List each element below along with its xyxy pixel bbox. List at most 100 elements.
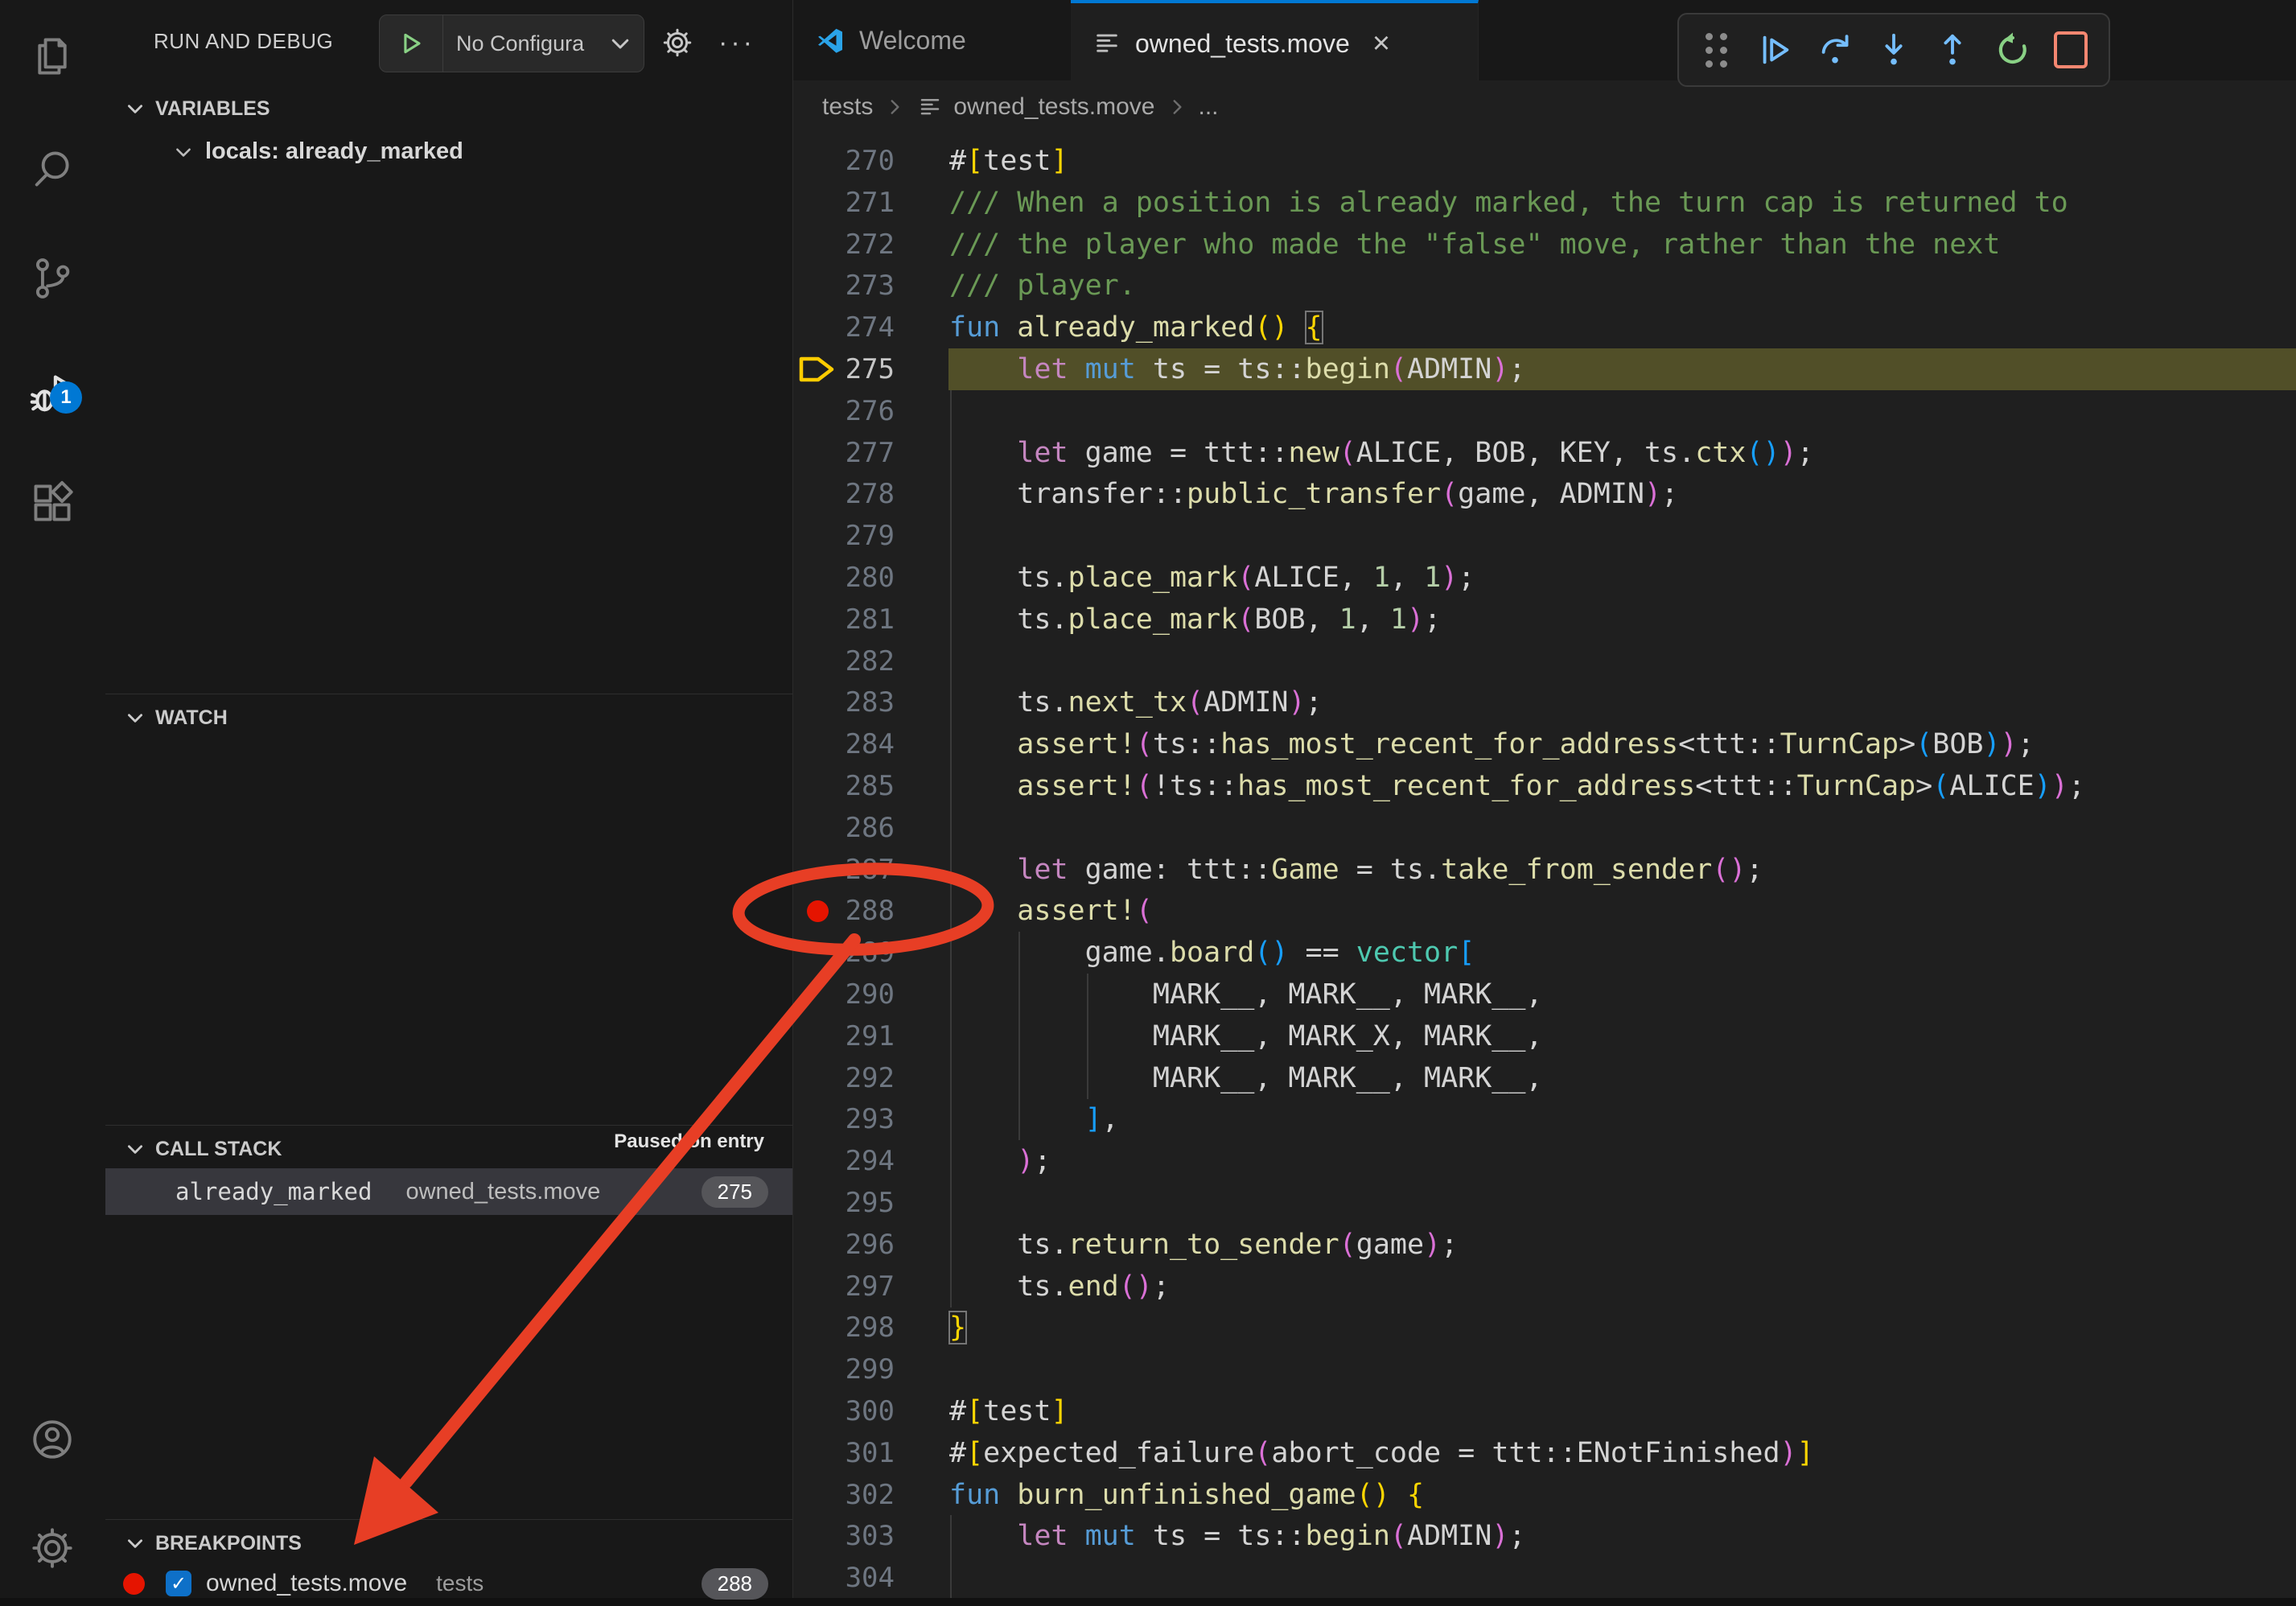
step-into-button[interactable]: [1869, 22, 1919, 78]
code-line[interactable]: 300#[test]: [793, 1390, 2296, 1432]
section-header-call-stack[interactable]: CALL STACK Paused on entry: [105, 1130, 792, 1167]
code-line-text[interactable]: transfer::public_transfer(game, ADMIN);: [949, 473, 1678, 515]
source-control-icon[interactable]: [27, 253, 78, 304]
code-line[interactable]: 288 assert!(: [793, 890, 2296, 932]
step-over-button[interactable]: [1810, 22, 1860, 78]
code-token: assert!: [1017, 728, 1136, 760]
code-line-text[interactable]: /// player.: [949, 265, 1136, 307]
breakpoint-list-item[interactable]: ✓ owned_tests.move tests 288: [105, 1561, 792, 1606]
code-line-text[interactable]: ts.place_mark(ALICE, 1, 1);: [949, 557, 1475, 599]
code-line[interactable]: 283 ts.next_tx(ADMIN);: [793, 682, 2296, 723]
locals-label: locals: already_marked: [205, 138, 463, 165]
debug-settings-gear-icon[interactable]: [654, 19, 701, 66]
call-stack-frame-row[interactable]: already_marked owned_tests.move 275: [105, 1168, 792, 1215]
step-out-button[interactable]: [1928, 22, 1977, 78]
code-line[interactable]: 271/// When a position is already marked…: [793, 182, 2296, 224]
code-line[interactable]: 270#[test]: [793, 140, 2296, 182]
code-line-text[interactable]: assert!(: [949, 890, 1153, 932]
code-line[interactable]: 295: [793, 1182, 2296, 1224]
code-line-text[interactable]: /// the player who made the "false" move…: [949, 224, 2000, 266]
code-line[interactable]: 274fun already_marked() {: [793, 307, 2296, 348]
code-line-text[interactable]: fun already_marked() {: [949, 307, 1323, 348]
code-line[interactable]: 293 ],: [793, 1098, 2296, 1140]
code-token: (: [1932, 770, 1949, 802]
code-line-text[interactable]: ts.end();: [949, 1266, 1170, 1307]
code-line[interactable]: 284 assert!(ts::has_most_recent_for_addr…: [793, 723, 2296, 765]
account-icon[interactable]: [27, 1414, 78, 1465]
code-line[interactable]: 289 game.board() == vector[: [793, 932, 2296, 974]
code-line[interactable]: 304: [793, 1557, 2296, 1598]
code-line-text[interactable]: game.board() == vector[: [949, 932, 1475, 974]
code-line[interactable]: 301#[expected_failure(abort_code = ttt::…: [793, 1432, 2296, 1474]
code-line[interactable]: 280 ts.place_mark(ALICE, 1, 1);: [793, 557, 2296, 599]
more-actions-icon[interactable]: ···: [714, 19, 760, 66]
code-line-text[interactable]: /// When a position is already marked, t…: [949, 182, 2068, 224]
code-line-text[interactable]: ts.place_mark(BOB, 1, 1);: [949, 599, 1441, 640]
code-line-text[interactable]: );: [949, 1140, 1051, 1182]
toolbar-drag-handle[interactable]: [1692, 22, 1742, 78]
code-line-text[interactable]: #[test]: [949, 140, 1068, 182]
code-line[interactable]: 297 ts.end();: [793, 1266, 2296, 1307]
section-header-watch[interactable]: WATCH: [105, 699, 792, 736]
code-line[interactable]: 303 let mut ts = ts::begin(ADMIN);: [793, 1515, 2296, 1557]
code-line-text[interactable]: ],: [949, 1098, 1119, 1140]
code-line[interactable]: 276: [793, 390, 2296, 432]
section-header-breakpoints[interactable]: BREAKPOINTS: [105, 1525, 792, 1562]
code-line[interactable]: 296 ts.return_to_sender(game);: [793, 1224, 2296, 1266]
code-line-text[interactable]: let mut ts = ts::begin(ADMIN);: [949, 1515, 1525, 1557]
code-line[interactable]: 277 let game = ttt::new(ALICE, BOB, KEY,…: [793, 432, 2296, 474]
breakpoint-checkbox[interactable]: ✓: [166, 1571, 191, 1596]
code-line-text[interactable]: let mut ts = ts::begin(ADMIN);: [949, 348, 1525, 390]
search-icon[interactable]: [27, 142, 78, 194]
explorer-icon[interactable]: [27, 31, 78, 82]
code-line-text[interactable]: let game = ttt::new(ALICE, BOB, KEY, ts.…: [949, 432, 1814, 474]
variables-locals-row[interactable]: locals: already_marked: [173, 138, 463, 165]
code-line[interactable]: 279: [793, 515, 2296, 557]
code-line[interactable]: 285 assert!(!ts::has_most_recent_for_add…: [793, 765, 2296, 807]
code-line[interactable]: 287 let game: ttt::Game = ts.take_from_s…: [793, 849, 2296, 891]
code-line[interactable]: 294 );: [793, 1140, 2296, 1182]
code-line-text[interactable]: #[expected_failure(abort_code = ttt::ENo…: [949, 1432, 1814, 1474]
code-line[interactable]: 302fun burn_unfinished_game() {: [793, 1474, 2296, 1516]
close-icon[interactable]: ×: [1372, 28, 1390, 59]
code-area[interactable]: 270#[test]271/// When a position is alre…: [793, 134, 2296, 1598]
code-line[interactable]: 286: [793, 807, 2296, 849]
code-token: begin: [1306, 353, 1390, 385]
stop-button[interactable]: [2046, 22, 2096, 78]
code-line-text[interactable]: let game: ttt::Game = ts.take_from_sende…: [949, 849, 1763, 891]
extensions-icon[interactable]: [27, 477, 78, 529]
code-line-text[interactable]: ts.next_tx(ADMIN);: [949, 682, 1323, 723]
code-line-text[interactable]: MARK__, MARK_X, MARK__,: [949, 1015, 1543, 1057]
code-line-text[interactable]: fun burn_unfinished_game() {: [949, 1474, 1424, 1516]
code-line[interactable]: 282: [793, 640, 2296, 682]
continue-button[interactable]: [1751, 22, 1800, 78]
code-line[interactable]: 281 ts.place_mark(BOB, 1, 1);: [793, 599, 2296, 640]
restart-button[interactable]: [1987, 22, 2037, 78]
code-line-text[interactable]: ts.return_to_sender(game);: [949, 1224, 1458, 1266]
code-line[interactable]: 292 MARK__, MARK__, MARK__,: [793, 1057, 2296, 1099]
code-line[interactable]: 290 MARK__, MARK__, MARK__,: [793, 974, 2296, 1015]
breadcrumb-more[interactable]: ...: [1199, 93, 1219, 121]
code-line-text[interactable]: #[test]: [949, 1390, 1068, 1432]
code-line[interactable]: 278 transfer::public_transfer(game, ADMI…: [793, 473, 2296, 515]
section-header-variables[interactable]: VARIABLES: [105, 90, 792, 127]
tab-owned-tests-move[interactable]: owned_tests.move ×: [1071, 0, 1479, 84]
code-line-text[interactable]: MARK__, MARK__, MARK__,: [949, 1057, 1543, 1099]
code-line-text[interactable]: assert!(ts::has_most_recent_for_address<…: [949, 723, 2035, 765]
debug-config-dropdown[interactable]: No Configura: [379, 14, 644, 72]
code-line[interactable]: 273/// player.: [793, 265, 2296, 307]
code-line[interactable]: 299: [793, 1349, 2296, 1390]
code-line[interactable]: 272/// the player who made the "false" m…: [793, 224, 2296, 266]
code-line-text[interactable]: }: [949, 1307, 966, 1349]
code-line[interactable]: 291 MARK__, MARK_X, MARK__,: [793, 1015, 2296, 1057]
start-debug-icon[interactable]: [380, 15, 443, 72]
breadcrumb-folder[interactable]: tests: [822, 93, 873, 121]
line-number: 286: [793, 807, 895, 849]
code-line[interactable]: 298}: [793, 1307, 2296, 1349]
code-line-text[interactable]: MARK__, MARK__, MARK__,: [949, 974, 1543, 1015]
breadcrumb-file[interactable]: owned_tests.move: [953, 93, 1154, 121]
code-line-text[interactable]: assert!(!ts::has_most_recent_for_address…: [949, 765, 2085, 807]
code-line[interactable]: 275 let mut ts = ts::begin(ADMIN);: [793, 348, 2296, 390]
tab-welcome[interactable]: Welcome: [793, 0, 1072, 80]
settings-gear-icon[interactable]: [27, 1522, 78, 1574]
